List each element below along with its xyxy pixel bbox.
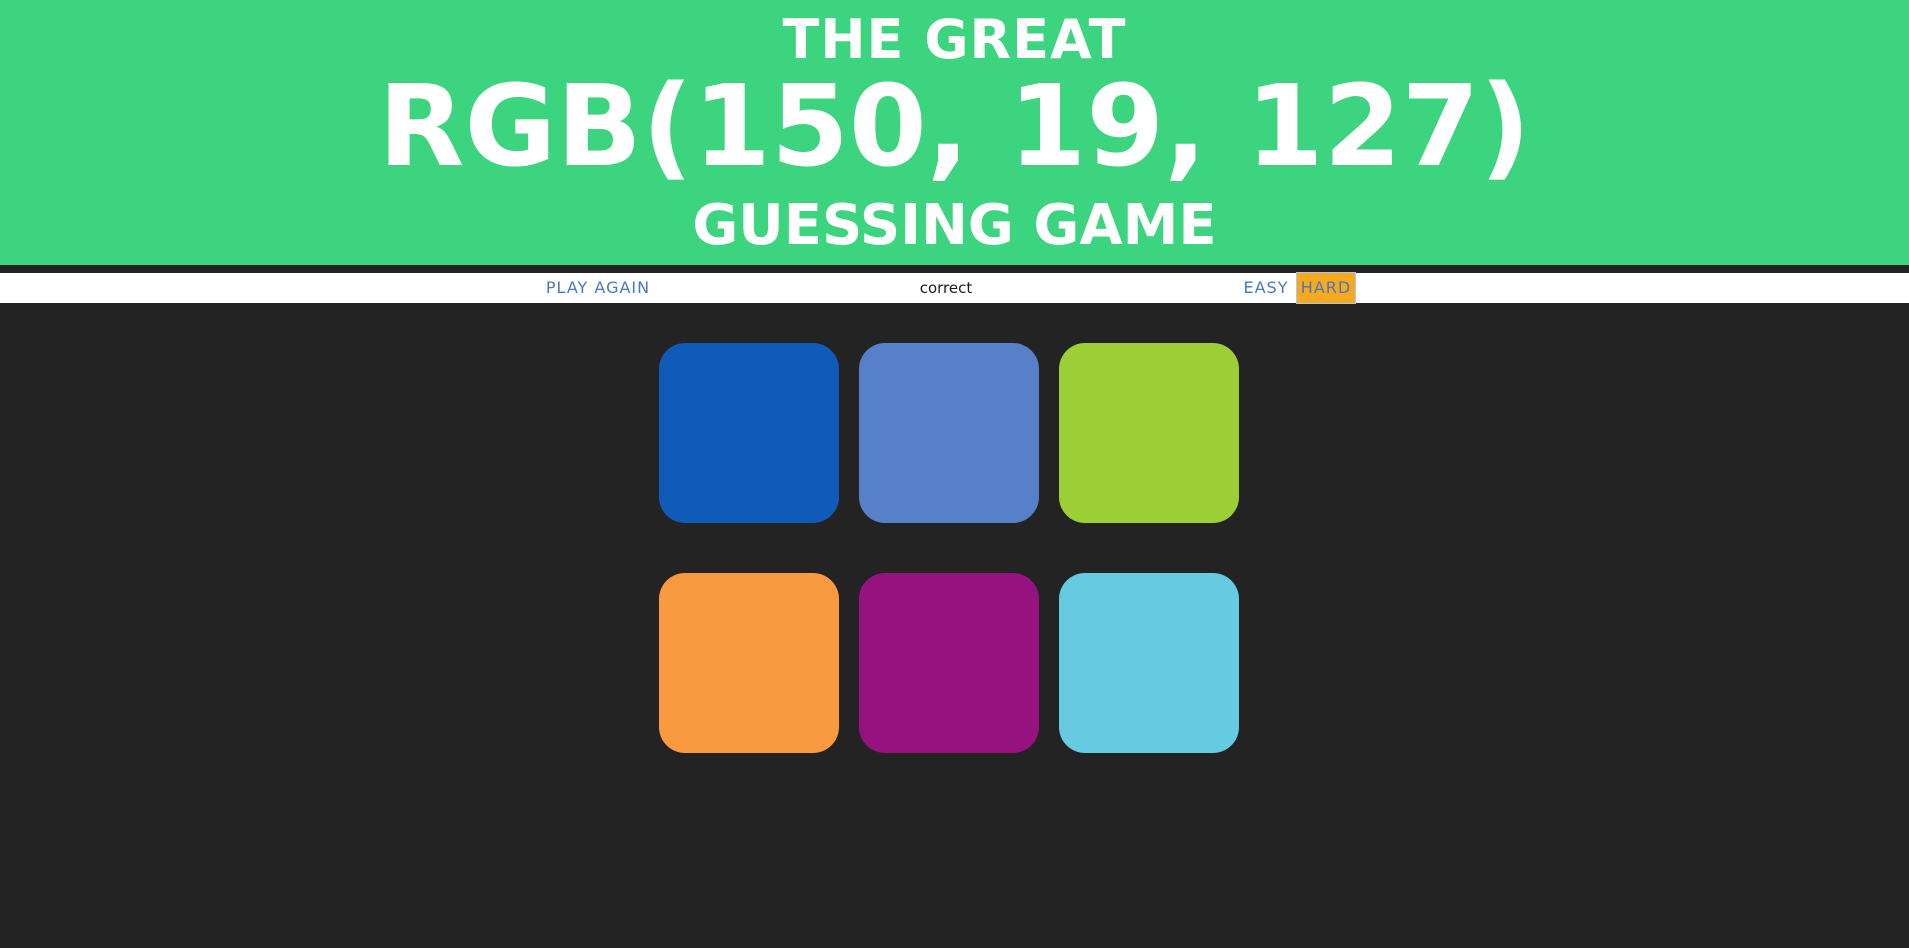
color-square-2[interactable]	[859, 343, 1039, 523]
game-header: THE GREAT RGB(150, 19, 127) GUESSING GAM…	[0, 0, 1909, 265]
color-squares-grid	[659, 343, 1239, 753]
color-square-4[interactable]	[659, 573, 839, 753]
color-square-1[interactable]	[659, 343, 839, 523]
color-square-6[interactable]	[1059, 573, 1239, 753]
color-square-3[interactable]	[1059, 343, 1239, 523]
play-again-button[interactable]: PLAY AGAIN	[520, 273, 676, 303]
control-stripe: PLAY AGAIN correct EASY HARD	[0, 272, 1909, 304]
hard-mode-button[interactable]: HARD	[1296, 272, 1356, 304]
title-line-guessing-game: GUESSING GAME	[692, 193, 1217, 258]
header-divider	[0, 265, 1909, 273]
rgb-display: RGB(150, 19, 127)	[378, 62, 1531, 192]
easy-mode-button[interactable]: EASY	[1238, 273, 1294, 303]
status-message: correct	[919, 279, 973, 297]
color-square-5[interactable]	[859, 573, 1039, 753]
